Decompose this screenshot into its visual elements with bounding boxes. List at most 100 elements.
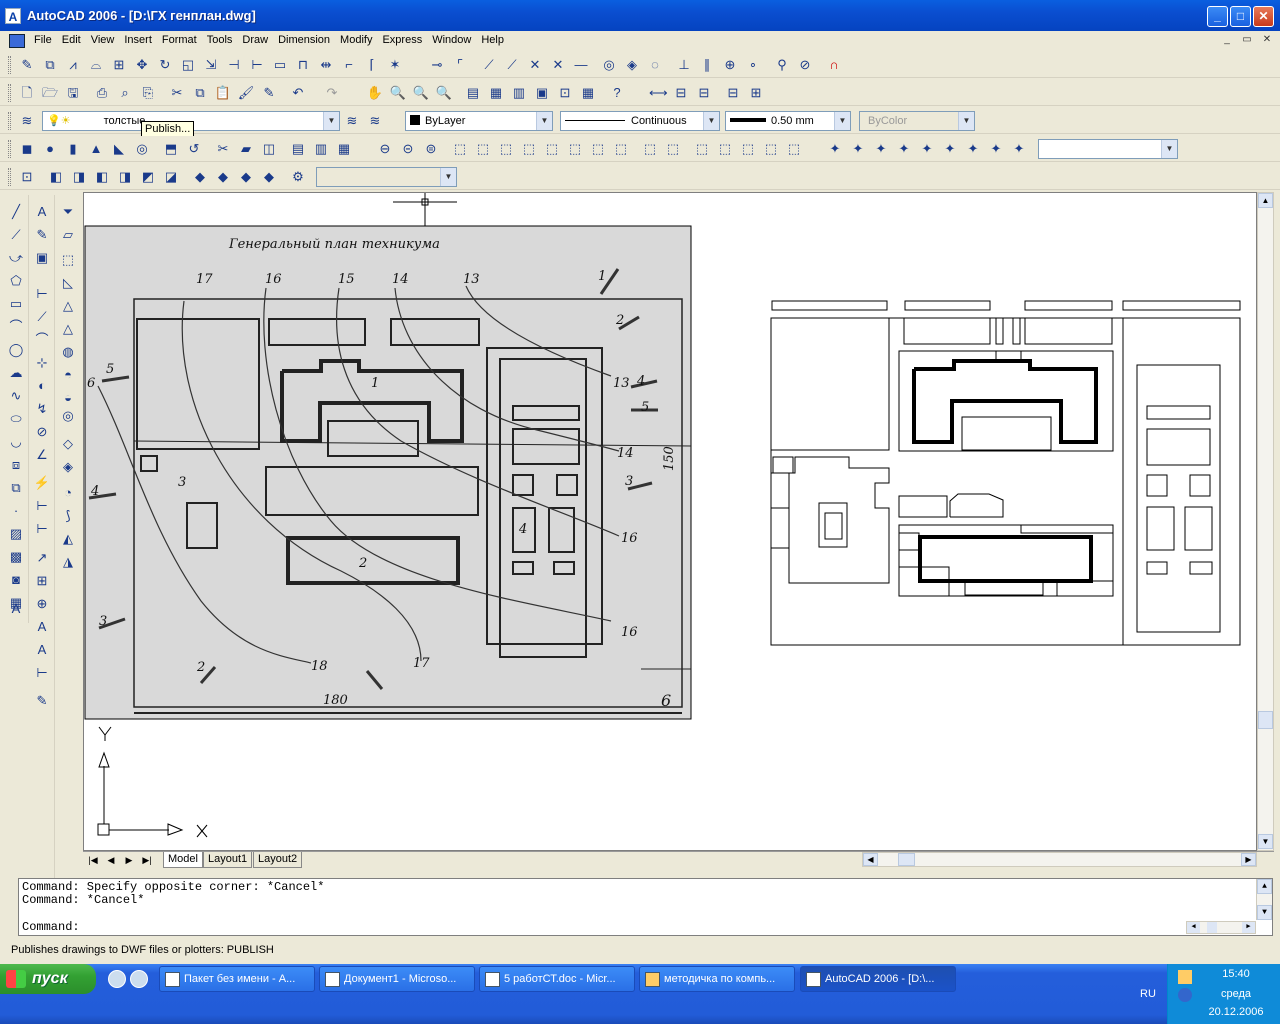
stretch-icon[interactable]: ⇲ [202,56,220,74]
rotate-icon[interactable]: ↻ [156,56,174,74]
menu-insert[interactable]: Insert [119,31,157,50]
tray-app-icon[interactable] [1178,970,1192,984]
internet-explorer-icon[interactable] [130,970,148,988]
lights-icon[interactable]: ✦ [872,140,890,158]
funnel-icon[interactable]: ⏷ [59,203,77,221]
dim-jogged-icon[interactable]: ↯ [33,400,51,418]
nw-iso-icon[interactable]: ◆ [260,168,278,186]
text-style-icon[interactable]: ⊟ [724,84,742,102]
plot-preview-icon[interactable]: ⌕ [116,84,134,102]
horizontal-scrollbar[interactable]: ◀ ▶ [862,852,1257,867]
scale-icon[interactable]: ◱ [179,56,197,74]
taskbar-item[interactable]: методичка по компь... [639,966,795,992]
first-tab-icon[interactable]: |◀ [85,853,101,867]
taper-faces-icon[interactable]: ⬚ [566,140,584,158]
named-views-icon[interactable]: ⊞ [747,84,765,102]
media-player-icon[interactable] [108,970,126,988]
save-icon[interactable]: 🖫 [64,84,82,102]
language-indicator[interactable]: RU [1140,988,1156,1000]
rectangle-icon[interactable]: ▭ [7,295,25,313]
break-icon[interactable]: ▭ [271,56,289,74]
materials-icon[interactable]: ✦ [895,140,913,158]
vertical-scrollbar[interactable]: ▲ ▼ [1257,192,1274,851]
mtext-icon[interactable]: A [7,600,25,618]
osnap-intersection-icon[interactable]: ⟋ [480,56,498,74]
osnap-midpoint-icon[interactable]: ⌜ [451,56,469,74]
slice-icon[interactable]: ✂ [214,140,232,158]
make-layer-current-icon[interactable]: ≋ [343,112,361,130]
taskbar-item-active[interactable]: AutoCAD 2006 - [D:\... [800,966,956,992]
table-style-icon[interactable]: ⊟ [695,84,713,102]
clean-icon[interactable]: ⬚ [716,140,734,158]
sphere-icon[interactable]: ● [41,140,59,158]
menu-format[interactable]: Format [157,31,202,50]
osnap-tangent-icon[interactable]: — [572,56,590,74]
tab-model[interactable]: Model [163,852,203,868]
taskbar-item[interactable]: 5 работСТ.doc - Micr... [479,966,635,992]
section-icon[interactable]: ▰ [237,140,255,158]
chevron-down-icon[interactable]: ▼ [703,112,719,130]
make-block-icon[interactable]: ⧉ [7,479,25,497]
explode-icon[interactable]: ✶ [386,56,404,74]
linetype-combo[interactable]: Continuous ▼ [560,111,720,131]
top-view-icon[interactable]: ◧ [47,168,65,186]
tabulated-surface-icon[interactable]: ⟆ [59,507,77,525]
scroll-up-icon[interactable]: ▲ [1258,193,1273,208]
mirror-icon[interactable]: ⩘ [64,56,82,74]
chevron-down-icon[interactable]: ▼ [834,112,850,130]
dish-icon[interactable]: ◒ [59,389,77,407]
doc-close-button[interactable]: ✕ [1259,33,1275,47]
next-tab-icon[interactable]: ▶ [121,853,137,867]
offset-faces-icon[interactable]: ⬚ [497,140,515,158]
dim-radius-icon[interactable]: ◐ [33,377,51,395]
osnap-extension-icon[interactable]: ✕ [526,56,544,74]
render-icon[interactable]: ✦ [826,140,844,158]
scroll-up-icon[interactable]: ▲ [1257,879,1272,894]
circle-icon[interactable]: ◯ [7,341,25,359]
zoom-realtime-icon[interactable]: 🔍 [389,84,407,102]
drawing-canvas[interactable]: Генеральный план техникума 1 2 3 4 6 180… [83,192,1257,851]
revolved-surface-icon[interactable]: ◔ [59,484,77,502]
doc-restore-button[interactable]: ▭ [1239,33,1255,47]
clock-time[interactable]: 15:40 [1206,968,1266,980]
open-icon[interactable]: 🗁 [41,84,59,102]
revolve-icon[interactable]: ↺ [185,140,203,158]
menu-dimension[interactable]: Dimension [273,31,335,50]
wedge3d-icon[interactable]: ◺ [59,274,77,292]
dim-ordinate-icon[interactable]: ⊹ [33,354,51,372]
polygon-icon[interactable]: ⬠ [7,272,25,290]
ruled-surface-icon[interactable]: ◭ [59,530,77,548]
tab-layout1[interactable]: Layout1 [203,852,253,868]
osnap-tan-icon[interactable]: ◌ [646,56,664,74]
hscroll-thumb[interactable] [898,853,915,866]
back-view-icon[interactable]: ◪ [162,168,180,186]
osnap-settings-icon[interactable]: ∩ [825,56,843,74]
osnap-node-icon[interactable]: ∘ [744,56,762,74]
color-edges-icon[interactable]: ⬚ [664,140,682,158]
vector-genplan-drawing[interactable] [770,300,1241,646]
rotate-faces-icon[interactable]: ⬚ [543,140,561,158]
3dface-icon[interactable]: ◈ [59,458,77,476]
menu-window[interactable]: Window [427,31,476,50]
dim-arc-icon[interactable]: ⌒ [33,331,51,349]
close-button[interactable]: ✕ [1253,6,1274,27]
scroll-down-icon[interactable]: ▼ [1257,905,1272,920]
center-mark-icon[interactable]: ⊕ [33,595,51,613]
start-button[interactable]: пуск [0,964,96,994]
line-icon[interactable]: ╱ [7,203,25,221]
torus3d-icon[interactable]: ◎ [59,407,77,425]
ellipse-icon[interactable]: ⬭ [7,410,25,428]
plot-icon[interactable]: ⎙ [93,84,111,102]
pan-icon[interactable]: ✋ [366,84,384,102]
taskbar-item[interactable]: Документ1 - Microso... [319,966,475,992]
last-tab-icon[interactable]: ▶| [139,853,155,867]
command-window[interactable]: Command: Specify opposite corner: *Cance… [18,878,1273,936]
osnap-center-icon[interactable]: ◎ [600,56,618,74]
dim-style-icon[interactable]: ✎ [33,692,51,710]
undo-icon[interactable]: ↶ [289,84,307,102]
dim-text-edit-icon[interactable]: A [33,641,51,659]
layer-manager-icon[interactable]: ≋ [18,112,36,130]
ne-iso-icon[interactable]: ◆ [237,168,255,186]
subtract-icon[interactable]: ⊝ [399,140,417,158]
command-hscroll[interactable]: ◀ ▶ [1186,921,1256,934]
